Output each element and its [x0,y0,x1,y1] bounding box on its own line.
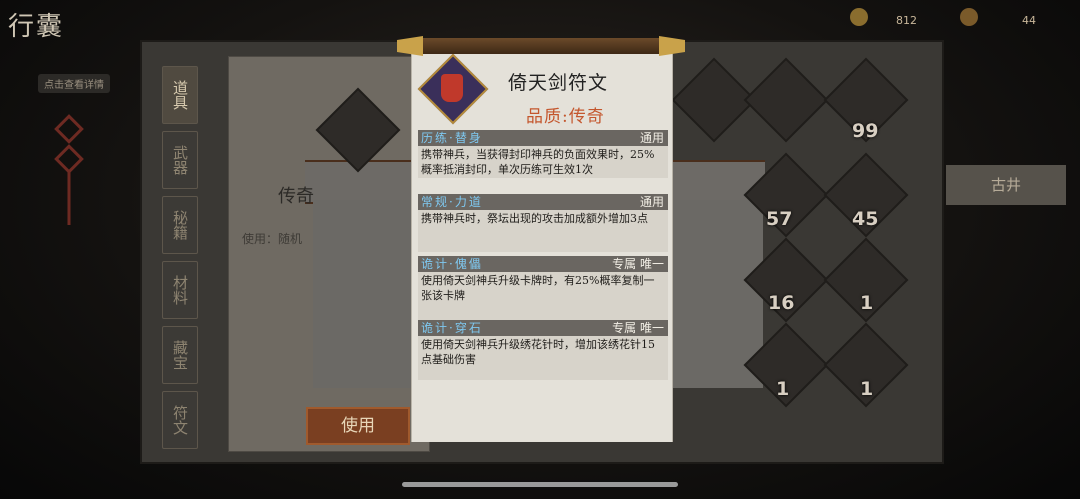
tab-runes[interactable]: 符文 [162,391,198,449]
effect-section: 历练·替身 通用 携带神兵，当获得封印神兵的负面效果时，25%概率抵消封印，单次… [418,130,668,178]
effect-header: 常规·力道 通用 [418,194,668,210]
location-label: 古井 [946,165,1066,205]
tab-items[interactable]: 道具 [162,66,198,124]
tab-weapons[interactable]: 武器 [162,131,198,189]
detail-item-name: 传奇 [278,186,314,207]
coin-icon [850,8,868,26]
effect-name: 诡计·傀儡 [421,257,483,271]
slot-count: 57 [766,208,793,230]
scroll-top-rod [397,36,685,56]
currency-ingots: 44 [1022,14,1036,27]
slot-count: 45 [852,208,879,230]
effect-header: 诡计·穿石 专属 唯一 [418,320,668,336]
tab-manuals[interactable]: 秘籍 [162,196,198,254]
item-tooltip-popup: 倚天剑符文 品质:传奇 历练·替身 通用 携带神兵，当获得封印神兵的负面效果时，… [397,36,685,442]
home-indicator[interactable] [402,482,678,487]
effect-tag: 专属 唯一 [612,257,664,271]
effect-header: 历练·替身 通用 [418,130,668,146]
effect-section: 常规·力道 通用 携带神兵时，祭坛出现的攻击加成额外增加3点 [418,194,668,252]
slot-count: 16 [768,292,795,314]
effect-header: 诡计·傀儡 专属 唯一 [418,256,668,272]
category-tabs: 道具 武器 秘籍 材料 藏宝 符文 [162,66,202,456]
item-quality: 品质:传奇 [526,107,605,127]
item-title: 倚天剑符文 [508,72,609,94]
effect-name: 常规·力道 [421,195,483,209]
screen-title: 行囊 [8,12,65,42]
ingot-icon [960,8,978,26]
effect-name: 诡计·穿石 [421,321,483,335]
screen-subtitle: 点击查看详情 [38,74,110,93]
effect-section: 诡计·傀儡 专属 唯一 使用倚天剑神兵升级卡牌时，有25%概率复制一张该卡牌 [418,256,668,320]
chinese-knot-icon [54,114,84,225]
scroll-paper: 倚天剑符文 品质:传奇 历练·替身 通用 携带神兵，当获得封印神兵的负面效果时，… [411,52,673,442]
use-button[interactable]: 使用 [306,407,410,445]
tab-materials[interactable]: 材料 [162,261,198,319]
slot-count: 1 [860,378,874,400]
effect-tag: 通用 [639,131,664,145]
tab-treasures[interactable]: 藏宝 [162,326,198,384]
effect-tag: 通用 [639,195,664,209]
rune-emblem-icon [441,74,463,102]
effect-section: 诡计·穿石 专属 唯一 使用倚天剑神兵升级绣花针时，增加该绣花针15点基础伤害 [418,320,668,380]
effect-description: 使用倚天剑神兵升级绣花针时，增加该绣花针15点基础伤害 [418,336,668,380]
detail-use-text: 使用：随机 [242,232,303,246]
effect-name: 历练·替身 [421,131,483,145]
slot-count: 1 [776,378,790,400]
slot-count: 1 [860,292,874,314]
currency-coins: 812 [896,14,917,27]
effect-tag: 专属 唯一 [612,321,664,335]
slot-count: 99 [852,120,879,142]
effect-description: 携带神兵，当获得封印神兵的负面效果时，25%概率抵消封印，单次历练可生效1次 [418,146,668,178]
effect-description: 携带神兵时，祭坛出现的攻击加成额外增加3点 [418,210,668,252]
effect-description: 使用倚天剑神兵升级卡牌时，有25%概率复制一张该卡牌 [418,272,668,320]
